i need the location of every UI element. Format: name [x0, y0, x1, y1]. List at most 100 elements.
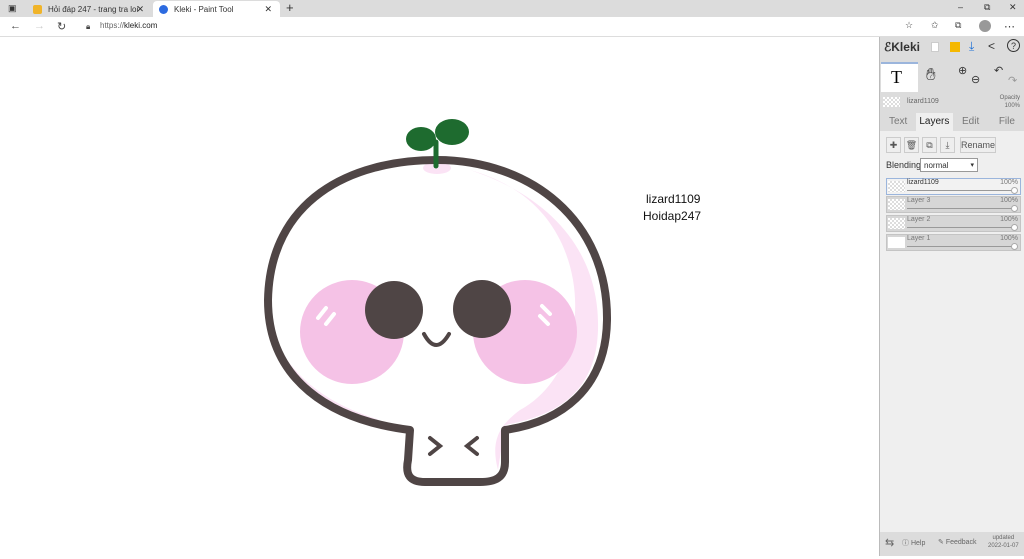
left-eye [365, 281, 423, 339]
opacity-value: 100% [1004, 103, 1020, 109]
help-link[interactable]: ⓘ Help [902, 538, 925, 548]
redo-icon[interactable]: ↷ [1008, 74, 1017, 87]
drawing-canvas[interactable]: lizard1109 Hoidap247 [0, 37, 879, 556]
logo-text: Kleki [891, 40, 920, 54]
panel-footer: ⇆ ⓘ Help ✎ Feedback updated 2022-01-07 [880, 532, 1024, 556]
tab-hoidap[interactable]: Hỏi đáp 247 - trang tra loi ✕ [27, 1, 152, 17]
layer-thumbnail [888, 237, 905, 248]
share-icon[interactable]: < [988, 39, 995, 53]
profile-avatar[interactable] [979, 20, 991, 32]
zoom-out-icon[interactable]: ⊖ [971, 73, 980, 86]
layer-thumbnail [888, 218, 905, 229]
tab-file[interactable]: File [989, 113, 1024, 131]
favorites-icon[interactable]: ✩ [931, 20, 939, 31]
layer-opacity: 100% [1000, 235, 1018, 242]
slider-knob[interactable] [1011, 205, 1018, 212]
text-tool-icon: T [891, 67, 902, 87]
delete-layer-button[interactable]: 🗑︎ [904, 137, 919, 153]
refresh-icon[interactable]: ↻ [57, 20, 66, 33]
right-eye [453, 280, 511, 338]
layer-name: Layer 1 [907, 235, 931, 242]
tab-layers[interactable]: Layers [916, 113, 953, 131]
url-host: kleki.com [124, 21, 158, 30]
layer-opacity-slider[interactable] [907, 227, 1014, 228]
close-window-button[interactable]: ✕ [1009, 2, 1017, 13]
layer-opacity: 100% [1000, 216, 1018, 223]
tab-title: Kleki - Paint Tool [174, 4, 234, 14]
add-layer-button[interactable]: ✚ [886, 137, 901, 153]
tab-kleki[interactable]: Kleki - Paint Tool ✕ [153, 1, 280, 17]
lock-icon: 🔒︎ [86, 22, 91, 31]
merge-layer-button[interactable]: ⤓ [940, 137, 955, 153]
layer-thumbnail [888, 199, 905, 210]
layer-item[interactable]: Layer 2 100% [886, 215, 1021, 232]
duplicate-layer-button[interactable]: ⧉ [922, 137, 937, 153]
maximize-button[interactable]: ⧉ [984, 2, 990, 13]
layer-item[interactable]: Layer 1 100% [886, 234, 1021, 251]
panel-tabs: Text Layers Edit File [880, 113, 1024, 131]
back-icon[interactable]: ← [10, 20, 21, 32]
blending-select[interactable]: normal ▾ [920, 158, 978, 172]
tab-edit[interactable]: Edit [953, 113, 989, 131]
updated-info: updated 2022-01-07 [988, 534, 1019, 550]
slider-knob[interactable] [1011, 243, 1018, 250]
layer-opacity-slider[interactable] [907, 246, 1014, 247]
help-icon[interactable]: ? [1007, 39, 1020, 52]
kleki-logo: ℰKleki [884, 40, 920, 54]
undo-icon[interactable]: ↶ [994, 64, 1003, 77]
layer-name: Layer 3 [907, 197, 931, 204]
layer-item[interactable]: Layer 3 100% [886, 196, 1021, 213]
close-tab-icon[interactable]: ✕ [136, 4, 144, 15]
blending-value: normal [924, 161, 949, 170]
more-icon[interactable]: ⋯ [1004, 20, 1015, 33]
hoidap-favicon-icon [33, 4, 42, 14]
url-field[interactable]: https://kleki.com [100, 21, 157, 30]
layers-section: ✚ 🗑︎ ⧉ ⤓ Rename Blending normal ▾ lizard1… [880, 131, 1024, 556]
layer-opacity: 100% [1000, 197, 1018, 204]
signature-line-2: Hoidap247 [643, 209, 702, 223]
sprout-leaf-right [435, 119, 469, 145]
url-scheme: https:// [100, 21, 125, 30]
sprout-leaf-left [406, 127, 436, 151]
slider-knob[interactable] [1011, 187, 1018, 194]
new-tab-button[interactable]: + [286, 0, 294, 15]
current-layer-name: lizard1109 [907, 98, 939, 105]
new-image-icon[interactable] [931, 42, 939, 52]
kleki-side-panel: ℰKleki ⤓ < ? T ✋︎ ⊕ ⊖ ↶ ↷ lizard1109 Opa… [879, 37, 1024, 556]
layer-opacity-slider[interactable] [907, 190, 1014, 191]
updated-label: updated [992, 535, 1015, 541]
slider-knob[interactable] [1011, 224, 1018, 231]
tab-title: Hỏi đáp 247 - trang tra loi [48, 4, 139, 14]
zoom-in-icon[interactable]: ⊕ [958, 64, 967, 77]
drawing-artwork [264, 119, 612, 486]
minimize-button[interactable]: – [958, 2, 963, 12]
blending-label: Blending [886, 160, 922, 170]
address-bar-row: ← → ↻ 🔒︎ https://kleki.com ☆ ✩ ⧉ ⋯ [0, 17, 1024, 37]
hand-tool-icon[interactable]: ✋︎ [926, 65, 936, 85]
feedback-link[interactable]: ✎ Feedback [938, 538, 977, 546]
layer-thumbnail [888, 181, 905, 192]
kleki-favicon-icon [159, 4, 168, 14]
chevron-down-icon: ▾ [970, 162, 974, 169]
layer-opacity: 100% [1000, 179, 1018, 186]
tab-text[interactable]: Text [880, 113, 916, 131]
rename-layer-button[interactable]: Rename [960, 137, 996, 153]
layer-name: lizard1109 [907, 179, 939, 186]
open-folder-icon[interactable] [950, 42, 960, 52]
opacity-label: Opacity [999, 95, 1020, 101]
layer-opacity-slider[interactable] [907, 208, 1014, 209]
layer-name: Layer 2 [907, 216, 931, 223]
signature-line-1: lizard1109 [646, 192, 701, 206]
swap-side-icon[interactable]: ⇆ [885, 536, 894, 549]
favorite-add-icon[interactable]: ☆ [905, 20, 913, 31]
layer-item[interactable]: lizard1109 100% [886, 178, 1021, 195]
help-label: Help [910, 540, 926, 547]
download-icon[interactable]: ⤓ [969, 39, 974, 54]
feedback-label: Feedback [945, 539, 977, 546]
tab-actions-icon[interactable]: ▣ [8, 3, 17, 14]
text-tool-button[interactable]: T [881, 62, 918, 92]
close-tab-icon[interactable]: ✕ [264, 4, 272, 15]
browser-tab-bar: ▣ Hỏi đáp 247 - trang tra loi ✕ Kleki - … [0, 0, 1024, 17]
forward-icon[interactable]: → [34, 20, 45, 32]
collections-icon[interactable]: ⧉ [955, 20, 961, 31]
